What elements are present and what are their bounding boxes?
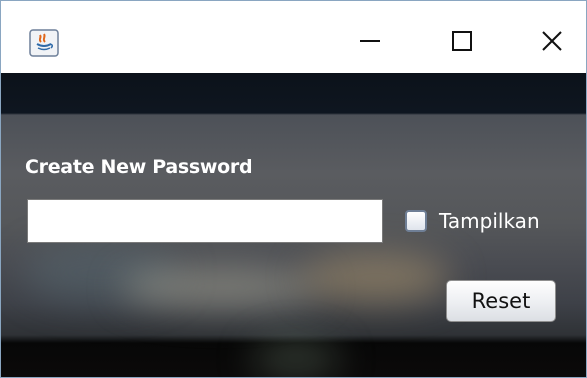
close-button[interactable] xyxy=(527,21,577,65)
java-icon xyxy=(29,29,59,57)
new-password-input[interactable] xyxy=(27,199,383,243)
maximize-icon xyxy=(450,29,474,58)
background-image xyxy=(251,338,341,377)
background-image xyxy=(121,268,321,308)
title-bar xyxy=(1,1,586,73)
maximize-button[interactable] xyxy=(437,21,487,65)
application-window: Create New Password Tampilkan Reset xyxy=(0,0,587,378)
background-image xyxy=(301,253,451,303)
form-panel: Create New Password Tampilkan Reset xyxy=(1,73,586,377)
reset-button[interactable]: Reset xyxy=(446,280,556,322)
minimize-icon xyxy=(358,29,382,58)
form-heading: Create New Password xyxy=(25,156,253,178)
minimize-button[interactable] xyxy=(345,21,395,65)
close-icon xyxy=(540,29,564,58)
show-password-checkbox[interactable] xyxy=(405,210,427,232)
show-password-label[interactable]: Tampilkan xyxy=(439,209,540,233)
